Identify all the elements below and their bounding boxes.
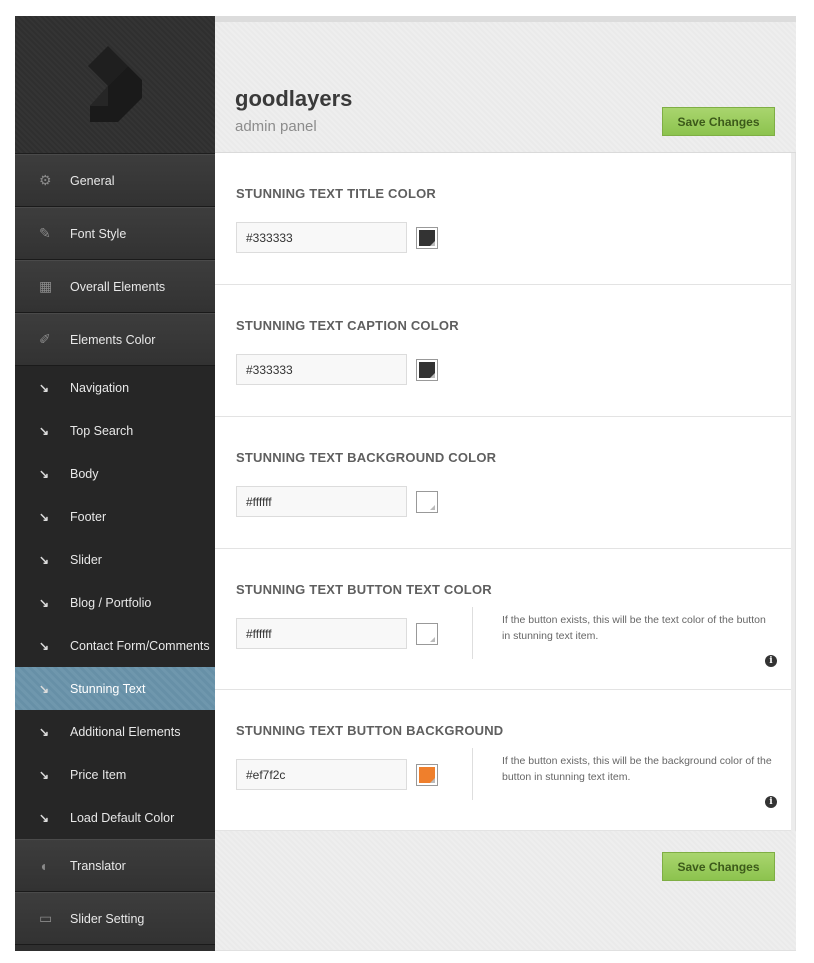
sidebar-subitem-top-search[interactable]: ↘ Top Search bbox=[15, 409, 215, 452]
pacman-icon: ◖ bbox=[39, 857, 48, 874]
sidebar-item-translator[interactable]: ◖ Translator bbox=[15, 839, 215, 892]
sidebar-item-slider-setting[interactable]: ▭ Slider Setting bbox=[15, 892, 215, 945]
arrow-down-right-icon: ↘ bbox=[39, 810, 50, 825]
swatch-fill bbox=[419, 767, 435, 783]
save-changes-button-bottom[interactable]: Save Changes bbox=[662, 852, 775, 881]
color-picker-swatch[interactable] bbox=[416, 359, 438, 381]
color-hex-input[interactable] bbox=[236, 354, 407, 385]
sidebar-item-general[interactable]: ⚙ General bbox=[15, 154, 215, 207]
swatch-fill bbox=[419, 362, 435, 378]
arrow-down-right-icon: ↘ bbox=[39, 509, 50, 524]
brand-subtitle: admin panel bbox=[235, 118, 317, 135]
info-icon[interactable]: i bbox=[765, 655, 777, 667]
section-divider bbox=[472, 748, 473, 800]
sidebar-subitem-label: Price Item bbox=[70, 767, 127, 782]
pencil-icon: ✎ bbox=[39, 225, 51, 241]
color-hex-input[interactable] bbox=[236, 759, 407, 790]
sidebar-subitem-label: Stunning Text bbox=[70, 681, 146, 696]
section-divider bbox=[472, 607, 473, 659]
sidebar-subitem-footer[interactable]: ↘ Footer bbox=[15, 495, 215, 538]
sidebar-subitem-stunning-text[interactable]: ↘ Stunning Text bbox=[15, 667, 215, 710]
color-setting-section: STUNNING TEXT CAPTION COLOR bbox=[215, 285, 791, 417]
logo-area bbox=[15, 16, 215, 154]
color-setting-section: STUNNING TEXT BUTTON BACKGROUND If the bu… bbox=[215, 690, 791, 831]
setting-title: STUNNING TEXT BUTTON BACKGROUND bbox=[236, 723, 504, 738]
arrow-down-right-icon: ↘ bbox=[39, 681, 50, 696]
color-picker-swatch[interactable] bbox=[416, 623, 438, 645]
sidebar-item-label: Slider Setting bbox=[70, 911, 145, 926]
setting-title: STUNNING TEXT TITLE COLOR bbox=[236, 186, 436, 201]
color-hex-input[interactable] bbox=[236, 222, 407, 253]
sidebar-item-label: Translator bbox=[70, 858, 126, 873]
sidebar-item-overall-elements[interactable]: ▦ Overall Elements bbox=[15, 260, 215, 313]
color-setting-section: STUNNING TEXT BUTTON TEXT COLOR If the bu… bbox=[215, 549, 791, 690]
sidebar-subitem-additional-elements[interactable]: ↘ Additional Elements bbox=[15, 710, 215, 753]
sidebar-subitem-body[interactable]: ↘ Body bbox=[15, 452, 215, 495]
sidebar-subitem-label: Navigation bbox=[70, 380, 130, 395]
sidebar-subitem-price-item[interactable]: ↘ Price Item bbox=[15, 753, 215, 796]
setting-description: If the button exists, this will be the t… bbox=[502, 614, 766, 642]
sidebar: ⚙ General ✎ Font Style ▦ Overall Elements ✐ Ele… bbox=[15, 16, 215, 951]
setting-title: STUNNING TEXT CAPTION COLOR bbox=[236, 318, 459, 333]
sidebar-item-font-style[interactable]: ✎ Font Style bbox=[15, 207, 215, 260]
slides-icon: ▭ bbox=[39, 910, 53, 926]
brand-title: goodlayers bbox=[235, 86, 353, 111]
gear-icon: ⚙ bbox=[39, 172, 52, 188]
swatch-fill bbox=[419, 230, 435, 246]
sidebar-subitem-label: Blog / Portfolio bbox=[70, 595, 152, 610]
brush-icon: ✐ bbox=[39, 331, 51, 347]
setting-description: If the button exists, this will be the b… bbox=[502, 755, 772, 783]
sidebar-subitem-blog-portfolio[interactable]: ↘ Blog / Portfolio bbox=[15, 581, 215, 624]
sidebar-item-label: Overall Elements bbox=[70, 279, 166, 294]
sidebar-subitem-label: Additional Elements bbox=[70, 724, 181, 739]
arrow-down-right-icon: ↘ bbox=[39, 423, 50, 438]
sidebar-subitem-label: Footer bbox=[70, 509, 107, 524]
settings-content: STUNNING TEXT TITLE COLOR STUNNING TEXT C… bbox=[215, 153, 791, 831]
color-hex-input[interactable] bbox=[236, 486, 407, 517]
sidebar-item-elements-color[interactable]: ✐ Elements Color bbox=[15, 313, 215, 366]
swatch-fill bbox=[419, 626, 435, 642]
color-setting-section: STUNNING TEXT BACKGROUND COLOR bbox=[215, 417, 791, 549]
sidebar-item-label: General bbox=[70, 173, 115, 188]
arrow-down-right-icon: ↘ bbox=[39, 380, 50, 395]
sidebar-subitem-navigation[interactable]: ↘ Navigation bbox=[15, 366, 215, 409]
sidebar-item-label: Font Style bbox=[70, 226, 127, 241]
footer: Save Changes bbox=[215, 831, 796, 950]
arrow-down-right-icon: ↘ bbox=[39, 466, 50, 481]
sidebar-subitem-label: Top Search bbox=[70, 423, 134, 438]
elements-color-submenu: ↘ Navigation ↘ Top Search ↘ Body ↘ Footer ↘ Slide… bbox=[15, 366, 215, 839]
info-icon[interactable]: i bbox=[765, 796, 777, 808]
swatch-fill bbox=[419, 494, 435, 510]
color-picker-swatch[interactable] bbox=[416, 764, 438, 786]
layout-icon: ▦ bbox=[39, 278, 53, 294]
sidebar-subitem-label: Body bbox=[70, 466, 99, 481]
setting-title: STUNNING TEXT BACKGROUND COLOR bbox=[236, 450, 497, 465]
sidebar-subitem-slider[interactable]: ↘ Slider bbox=[15, 538, 215, 581]
arrow-down-right-icon: ↘ bbox=[39, 724, 50, 739]
sidebar-subitem-contact-form-comments[interactable]: ↘ Contact Form/Comments bbox=[15, 624, 215, 667]
setting-title: STUNNING TEXT BUTTON TEXT COLOR bbox=[236, 582, 492, 597]
sidebar-subitem-label: Contact Form/Comments bbox=[70, 638, 210, 653]
sidebar-subitem-load-default-color[interactable]: ↘ Load Default Color bbox=[15, 796, 215, 839]
sidebar-subitem-label: Slider bbox=[70, 552, 102, 567]
arrow-down-right-icon: ↘ bbox=[39, 595, 50, 610]
arrow-down-right-icon: ↘ bbox=[39, 638, 50, 653]
color-picker-swatch[interactable] bbox=[416, 491, 438, 513]
sidebar-item-label: Elements Color bbox=[70, 332, 156, 347]
header: goodlayers admin panel Save Changes bbox=[215, 22, 796, 153]
arrow-down-right-icon: ↘ bbox=[39, 767, 50, 782]
arrow-down-right-icon: ↘ bbox=[39, 552, 50, 567]
color-setting-section: STUNNING TEXT TITLE COLOR bbox=[215, 153, 791, 285]
color-hex-input[interactable] bbox=[236, 618, 407, 649]
sidebar-subitem-label: Load Default Color bbox=[70, 810, 175, 825]
goodlayers-logo-icon bbox=[88, 46, 142, 122]
color-picker-swatch[interactable] bbox=[416, 227, 438, 249]
save-changes-button[interactable]: Save Changes bbox=[662, 107, 775, 136]
